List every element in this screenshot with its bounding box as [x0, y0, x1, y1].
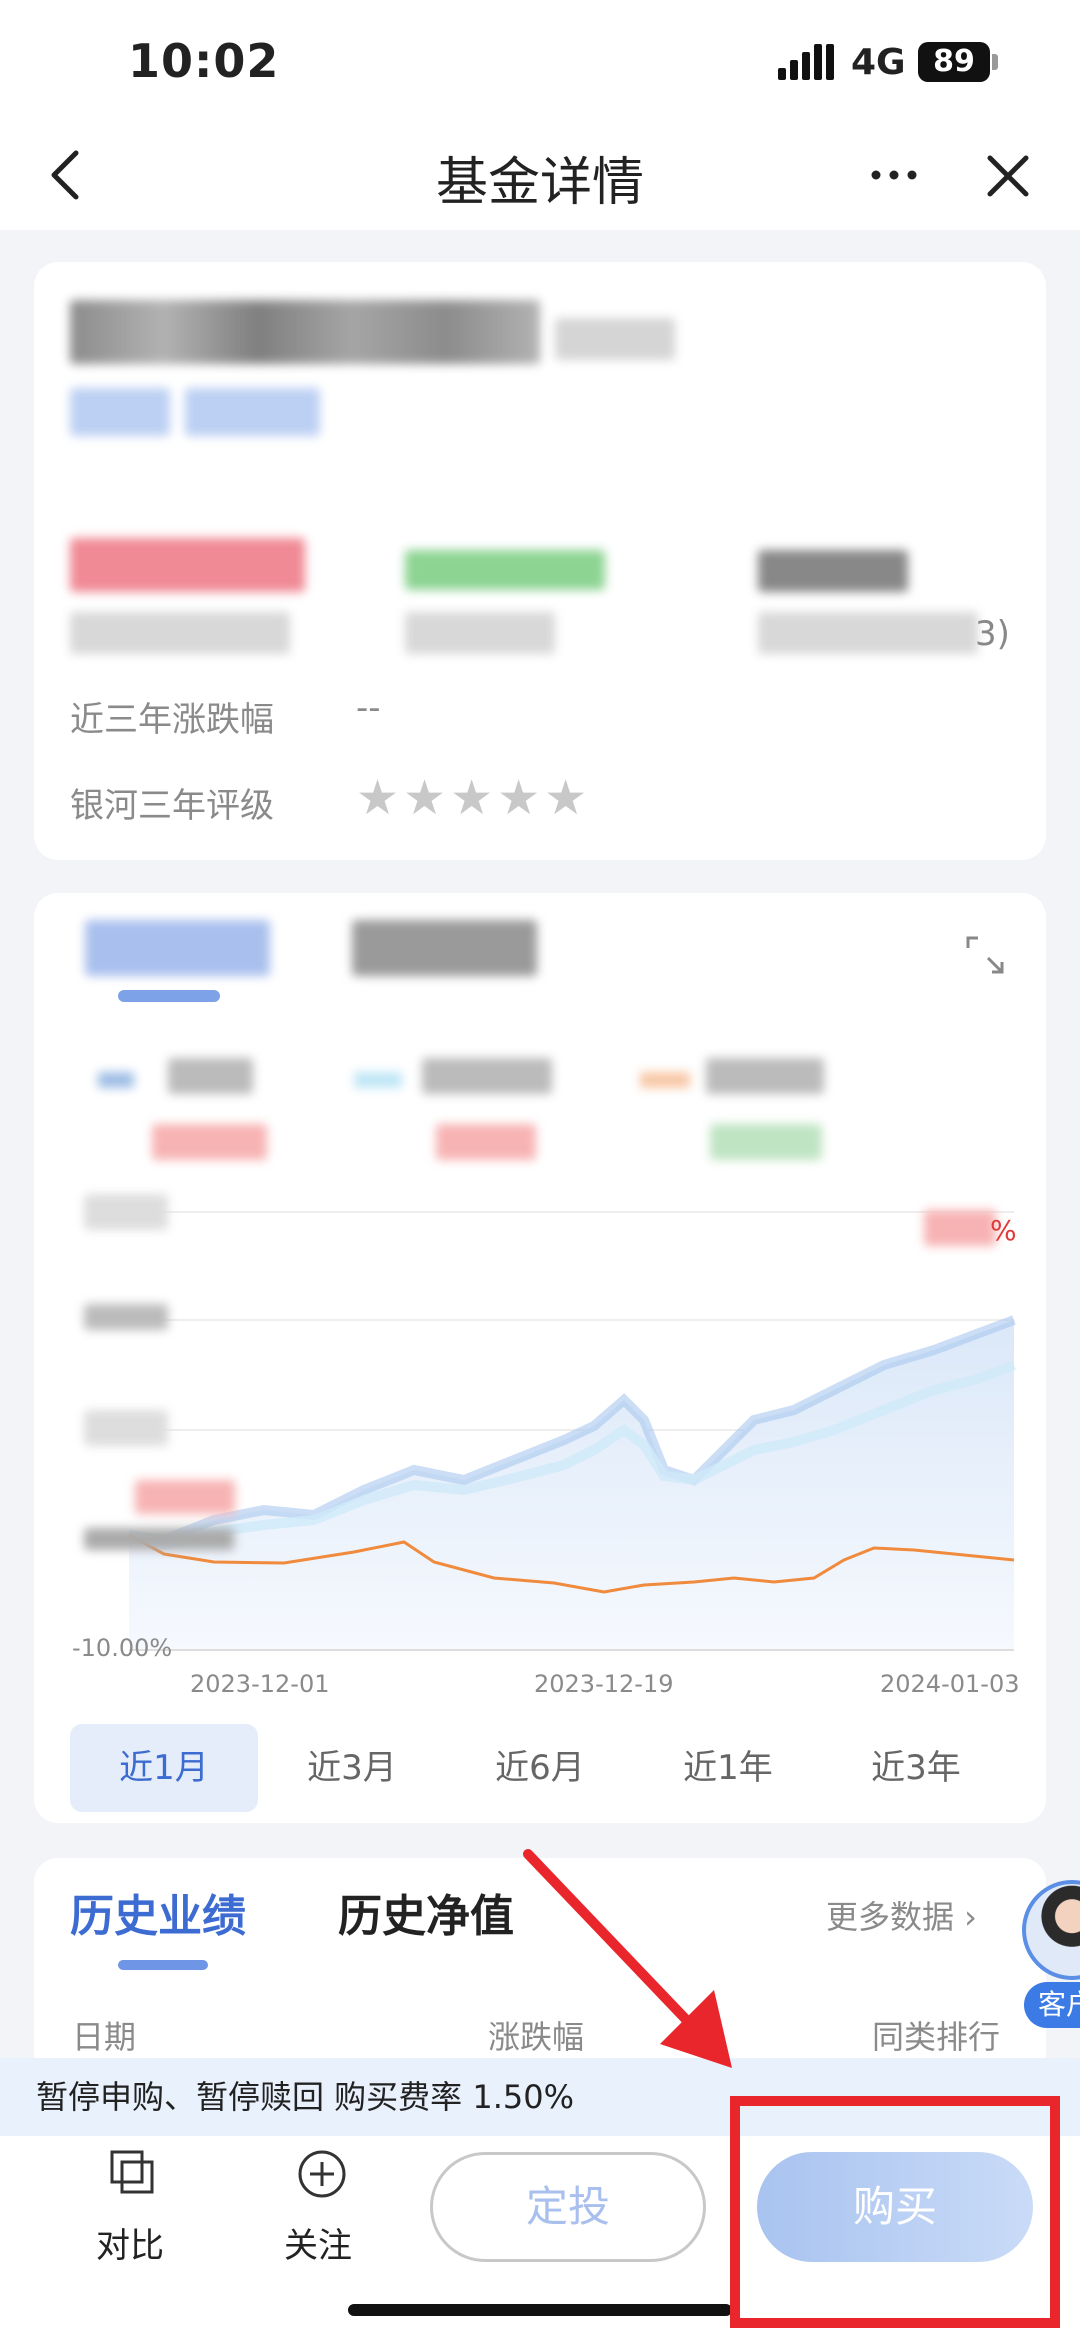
y-axis-min-label: -10.00% — [72, 1634, 173, 1662]
stat-label-redacted — [758, 612, 978, 654]
performance-chart[interactable] — [34, 1180, 1046, 1700]
back-icon[interactable] — [40, 145, 90, 205]
fund-name-redacted — [70, 300, 540, 364]
legend-label-redacted — [706, 1058, 824, 1094]
rating-stars: ★★★★★ — [356, 770, 592, 826]
period-tab-3m[interactable]: 近3月 — [258, 1724, 446, 1812]
three-year-change-value: -- — [356, 688, 381, 728]
expand-icon[interactable] — [962, 932, 1008, 978]
period-tab-1y[interactable]: 近1年 — [634, 1724, 822, 1812]
end-point-label-redacted — [924, 1210, 996, 1246]
legend-label-redacted — [168, 1058, 253, 1094]
legend-value-redacted — [436, 1124, 536, 1160]
customer-service-label[interactable]: 客户 — [1024, 1982, 1080, 2028]
period-tab-3y[interactable]: 近3年 — [822, 1724, 1010, 1812]
network-type: 4G — [851, 42, 906, 83]
x-tick-label: 2024-01-03 — [880, 1670, 1020, 1698]
compare-icon[interactable] — [108, 2148, 156, 2196]
column-header-date: 日期 — [72, 2018, 137, 2056]
legend-value-redacted — [152, 1124, 267, 1160]
fund-code-redacted — [555, 318, 675, 360]
end-point-label-tail: % — [990, 1214, 1017, 1247]
annotation-arrow-icon — [523, 1849, 732, 2068]
notice-text: 暂停申购、暂停赎回 购买费率 1.50% — [36, 2078, 575, 2116]
annotation-highlight-box — [730, 2096, 1060, 2328]
compare-button[interactable]: 对比 — [96, 2218, 164, 2267]
stat-label-redacted — [70, 612, 290, 654]
status-time: 10:02 — [128, 34, 280, 88]
sip-button[interactable]: 定投 — [430, 2152, 706, 2262]
legend-value-redacted — [710, 1124, 822, 1160]
period-tab-1m[interactable]: 近1月 — [70, 1724, 258, 1812]
stat-value-redacted — [70, 538, 305, 592]
more-options-icon[interactable] — [868, 150, 920, 200]
stat-value-redacted — [758, 550, 908, 592]
stat-label-redacted — [405, 612, 555, 654]
battery-level: 89 — [918, 42, 990, 82]
close-icon[interactable] — [980, 148, 1036, 204]
home-indicator — [348, 2304, 732, 2316]
tab-performance-trend[interactable] — [85, 920, 270, 976]
legend-swatch — [98, 1072, 134, 1088]
active-tab-indicator — [118, 1960, 208, 1970]
tab-history-performance[interactable]: 历史业绩 — [70, 1880, 246, 1944]
add-follow-icon[interactable] — [296, 2148, 348, 2200]
column-header-rank: 同类排行 — [872, 2018, 1001, 2056]
battery-tip — [992, 54, 998, 70]
y-axis-label-redacted — [84, 1304, 168, 1330]
fund-tag-redacted — [185, 388, 320, 436]
tab-unit-nav[interactable] — [352, 920, 537, 976]
y-axis-label-redacted — [84, 1528, 234, 1550]
stat-label-tail: 3) — [975, 614, 1010, 654]
rating-label: 银河三年评级 — [70, 786, 274, 826]
legend-label-redacted — [422, 1058, 552, 1094]
legend-swatch — [354, 1072, 402, 1088]
more-data-link[interactable]: 更多数据 › — [826, 1892, 977, 1938]
follow-button[interactable]: 关注 — [284, 2218, 352, 2267]
y-axis-label-redacted — [84, 1410, 168, 1446]
legend-swatch — [640, 1072, 690, 1088]
period-tabs: 近1月 近3月 近6月 近1年 近3年 — [34, 1724, 1046, 1816]
start-point-label-redacted — [135, 1480, 235, 1514]
fund-tag-redacted — [70, 388, 170, 436]
signal-icon — [778, 44, 834, 80]
x-tick-label: 2023-12-19 — [534, 1670, 674, 1698]
period-tab-6m[interactable]: 近6月 — [446, 1724, 634, 1812]
three-year-change-label: 近三年涨跌幅 — [70, 700, 274, 740]
active-tab-indicator — [118, 990, 220, 1002]
y-axis-label-redacted — [84, 1194, 168, 1230]
x-tick-label: 2023-12-01 — [190, 1670, 330, 1698]
tab-history-nav[interactable]: 历史净值 — [338, 1880, 514, 1944]
stat-value-redacted — [405, 550, 605, 590]
